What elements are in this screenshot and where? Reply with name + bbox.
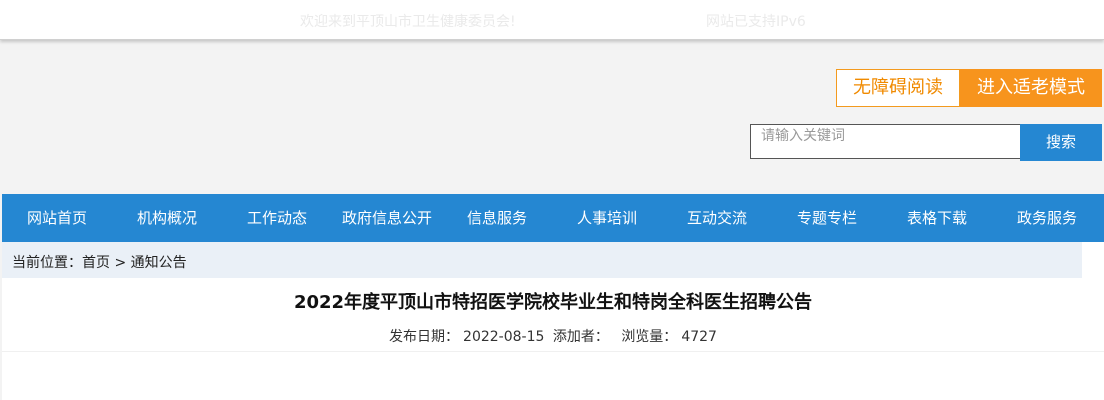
main-nav: 网站首页 机构概况 工作动态 政府信息公开 信息服务 人事培训 互动交流 专题专…	[2, 194, 1104, 242]
views-label: 浏览量：	[621, 329, 678, 345]
divider	[2, 351, 1104, 352]
search-button[interactable]: 搜索	[1020, 124, 1102, 161]
view-count: 4727	[681, 329, 717, 345]
publish-date: 2022-08-15	[463, 329, 545, 345]
welcome-text: 欢迎来到平顶山市卫生健康委员会!	[300, 14, 516, 30]
top-bar: 欢迎来到平顶山市卫生健康委员会! 网站已支持IPv6	[0, 0, 1104, 40]
nav-item-services[interactable]: 政务服务	[992, 194, 1102, 242]
main-content: 当前位置：首页 > 通知公告 2022年度平顶山市特招医学院校毕业生和特岗全科医…	[2, 242, 1104, 400]
nav-item-downloads[interactable]: 表格下载	[882, 194, 992, 242]
article-meta: 发布日期： 2022-08-15 添加者： 浏览量： 4727	[2, 326, 1104, 346]
nav-item-personnel[interactable]: 人事培训	[552, 194, 662, 242]
publish-date-label: 发布日期：	[389, 329, 460, 345]
breadcrumb: 当前位置：首页 > 通知公告	[2, 242, 1082, 278]
nav-item-news[interactable]: 工作动态	[222, 194, 332, 242]
ipv6-notice: 网站已支持IPv6	[706, 14, 806, 30]
author-label: 添加者：	[552, 329, 609, 345]
accessibility-reading-button[interactable]: 无障碍阅读	[836, 69, 960, 107]
article-title: 2022年度平顶山市特招医学院校毕业生和特岗全科医生招聘公告	[293, 292, 813, 313]
nav-item-interaction[interactable]: 互动交流	[662, 194, 772, 242]
search-input[interactable]	[750, 124, 1022, 159]
nav-item-overview[interactable]: 机构概况	[112, 194, 222, 242]
breadcrumb-home-link[interactable]: 首页	[82, 255, 110, 271]
breadcrumb-current-link[interactable]: 通知公告	[131, 255, 187, 271]
nav-item-home[interactable]: 网站首页	[2, 194, 112, 242]
elder-mode-button[interactable]: 进入适老模式	[960, 69, 1102, 107]
nav-item-info-service[interactable]: 信息服务	[442, 194, 552, 242]
breadcrumb-prefix: 当前位置：	[12, 255, 82, 271]
breadcrumb-separator: >	[110, 255, 131, 271]
nav-item-gov-info[interactable]: 政府信息公开	[332, 194, 442, 242]
nav-item-topics[interactable]: 专题专栏	[772, 194, 882, 242]
